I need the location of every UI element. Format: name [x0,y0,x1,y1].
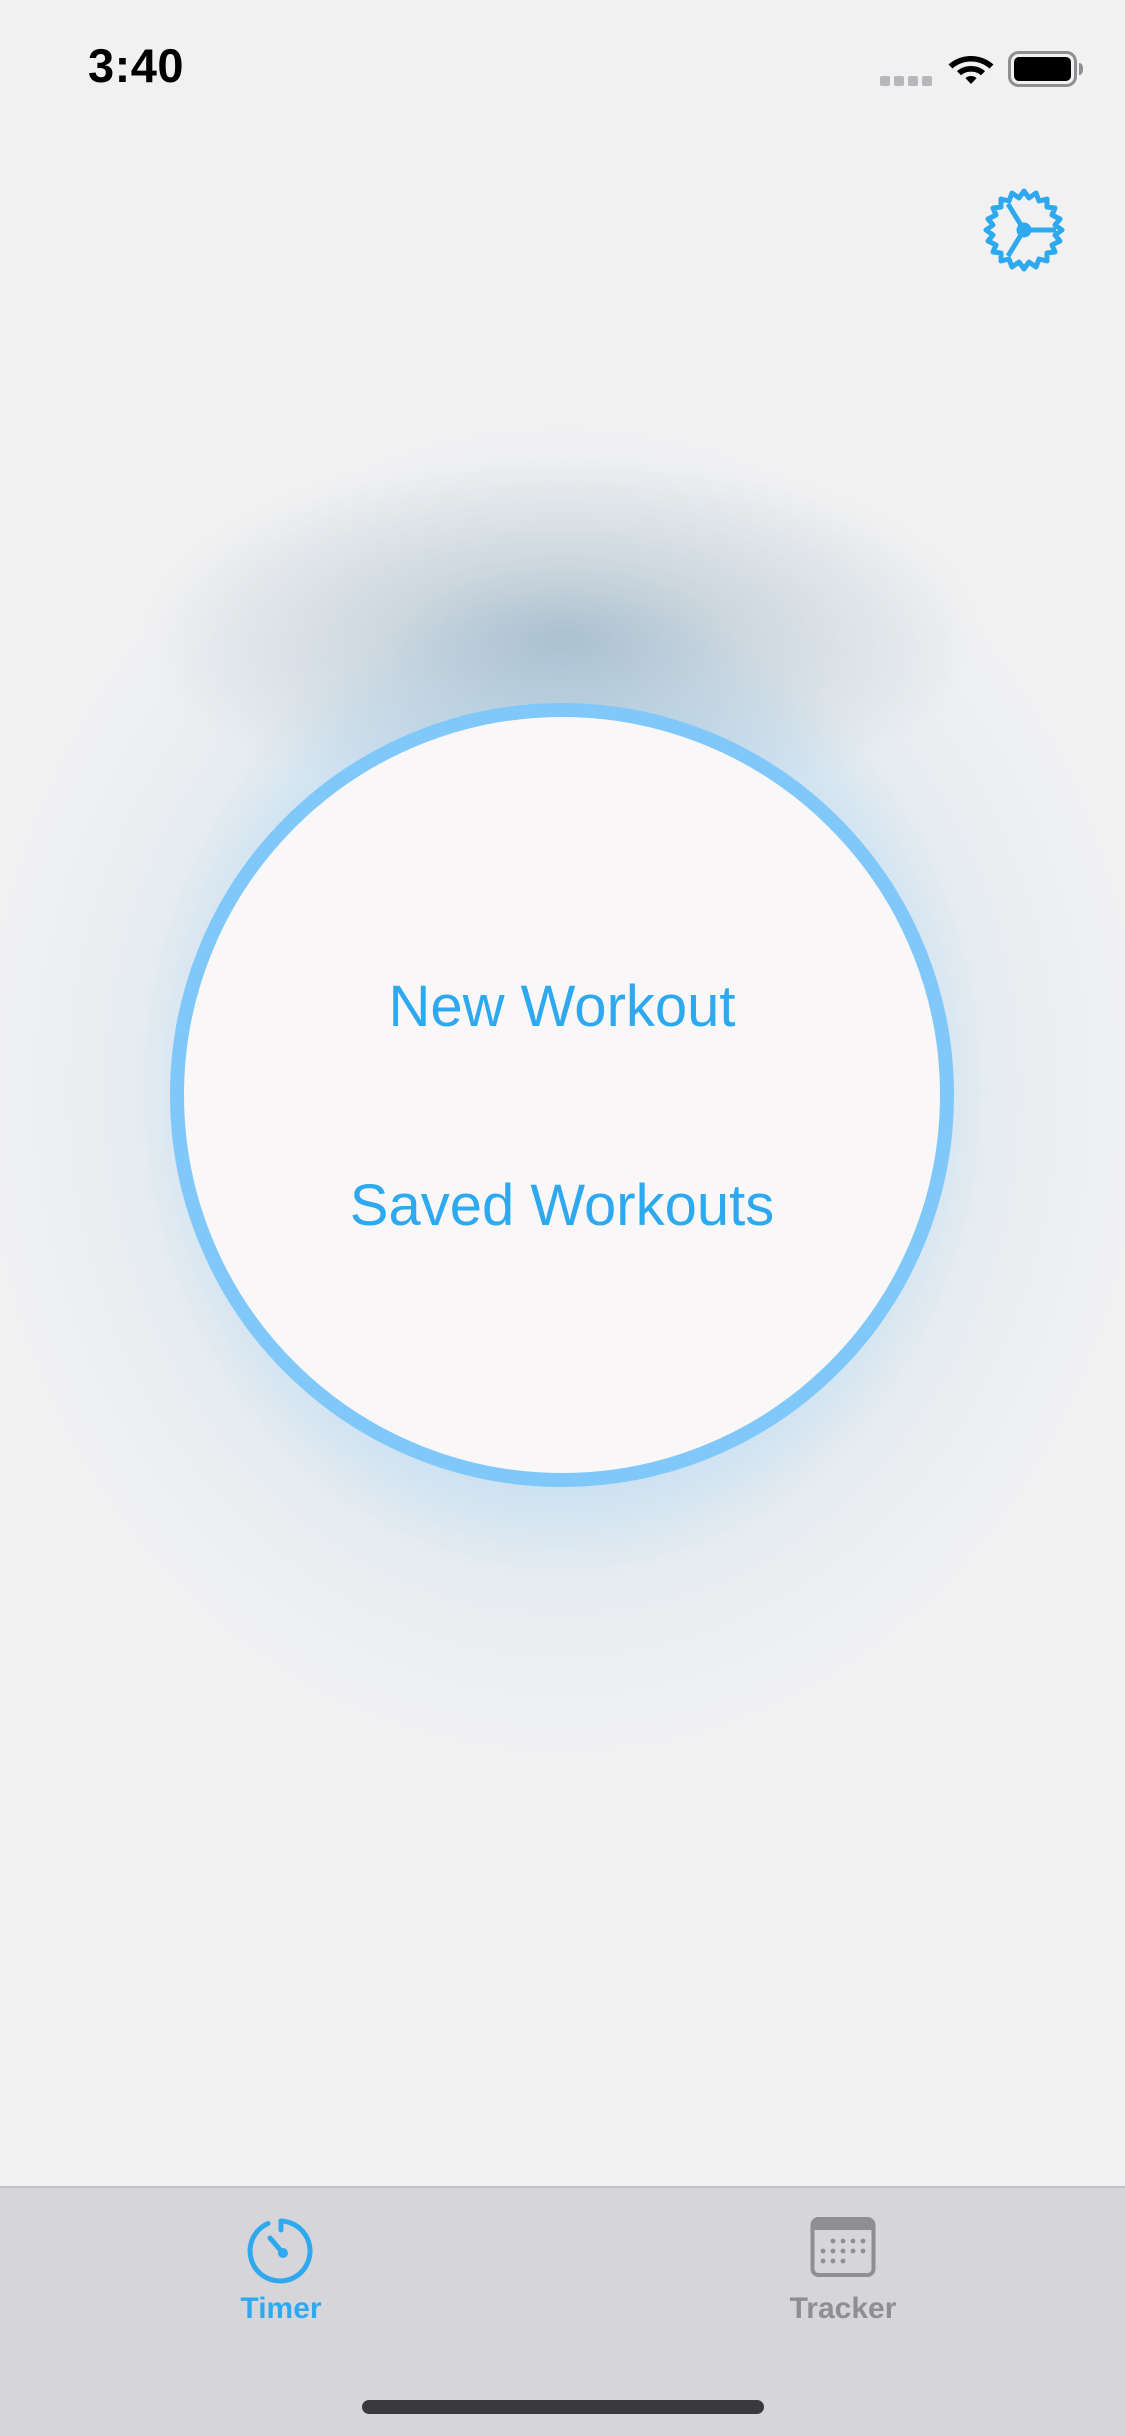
battery-icon [1008,51,1084,92]
gear-icon [983,188,1065,272]
tab-timer[interactable]: Timer [131,2188,431,2338]
tab-timer-label: Timer [240,2292,322,2325]
timer-icon [246,2216,316,2291]
tab-tracker-label: Tracker [789,2292,897,2325]
wifi-icon [948,50,994,91]
status-time: 3:40 [88,39,185,92]
timer-screen: 3:40 New Workout Saved Workouts Timer Tr… [0,0,1125,2436]
cellular-signal-icon [880,74,934,92]
calendar-icon [810,2216,876,2283]
new-workout-button[interactable]: New Workout [184,973,940,1040]
tab-bar: Timer Tracker [0,2186,1125,2436]
workout-menu-circle: New Workout Saved Workouts [170,703,954,1487]
settings-button[interactable] [980,186,1068,274]
status-bar: 3:40 [0,0,1125,135]
tab-tracker[interactable]: Tracker [693,2188,993,2338]
saved-workouts-button[interactable]: Saved Workouts [184,1172,940,1239]
home-indicator[interactable] [362,2400,764,2414]
